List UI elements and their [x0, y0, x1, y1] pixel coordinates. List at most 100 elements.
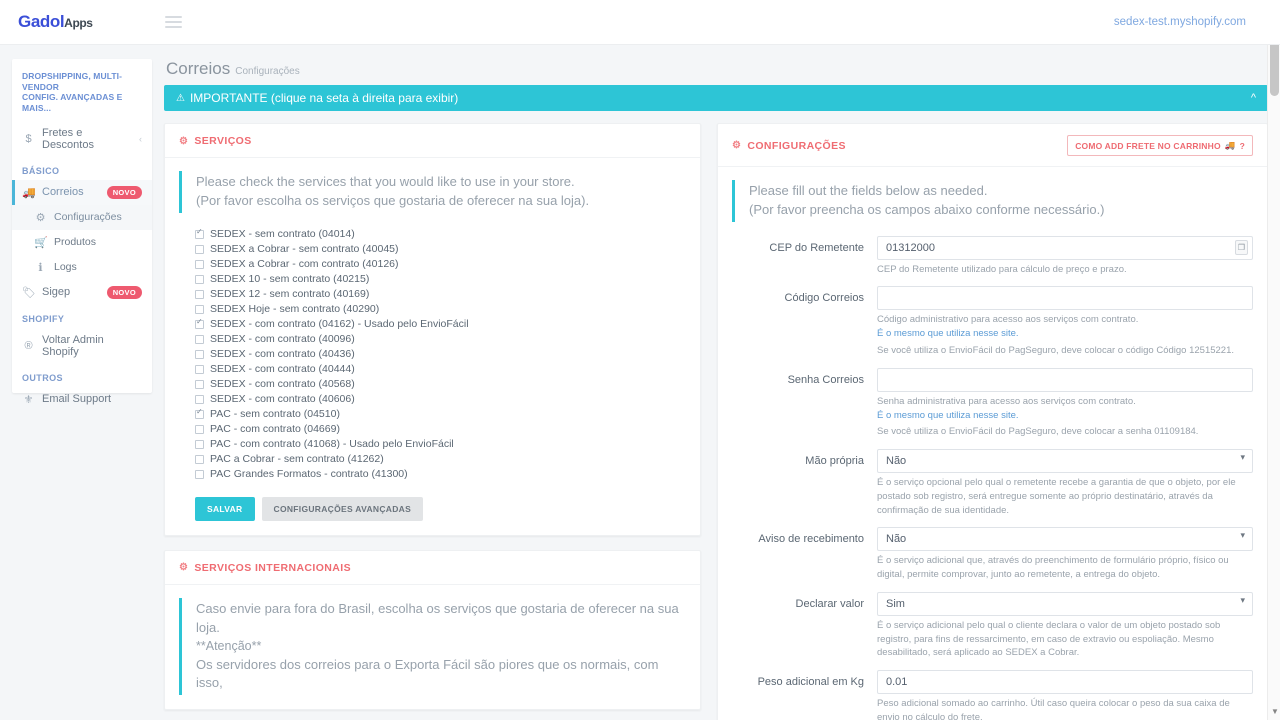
service-checkbox-row[interactable]: PAC a Cobrar - sem contrato (41262)	[195, 452, 686, 467]
important-banner[interactable]: ⚠ IMPORTANTE (clique na seta à direita p…	[164, 85, 1268, 111]
checkbox-icon[interactable]	[195, 304, 204, 314]
service-checkbox-row[interactable]: SEDEX - com contrato (40606)	[195, 392, 686, 407]
field-hint: É o serviço adicional que, através do pr…	[877, 555, 1229, 581]
input-wrapper	[877, 286, 1253, 311]
service-checkbox-row[interactable]: SEDEX - com contrato (40568)	[195, 377, 686, 392]
question-mark: ?	[1239, 140, 1245, 151]
checkbox-icon[interactable]	[195, 349, 204, 359]
checkbox-icon[interactable]	[195, 469, 204, 479]
checkbox-icon[interactable]	[195, 274, 204, 284]
field-control: ❐ CEP do Remetente utilizado para cálculo…	[877, 235, 1253, 284]
sidebar-item-configuracoes[interactable]: ⚙ Configurações	[12, 204, 152, 230]
service-label: PAC - com contrato (41068) - Usado pelo …	[210, 438, 454, 451]
scroll-down-icon[interactable]: ▼	[1271, 707, 1279, 716]
service-checkbox-row[interactable]: SEDEX 12 - sem contrato (40169)	[195, 287, 686, 302]
servicos-card-header: ⚙ SERVIÇOS	[165, 124, 700, 158]
checkbox-icon[interactable]	[195, 439, 204, 449]
service-checkbox-row[interactable]: SEDEX - com contrato (04162) - Usado pel…	[195, 317, 686, 332]
truck-icon: 🚚	[1224, 140, 1236, 150]
checkbox-icon[interactable]	[195, 228, 204, 239]
field-control: Senha administrativa para acesso aos ser…	[877, 367, 1253, 446]
service-label: SEDEX - com contrato (40568)	[210, 378, 355, 391]
service-checkbox-row[interactable]: SEDEX Hoje - sem contrato (40290)	[195, 302, 686, 317]
service-checkbox-row[interactable]: SEDEX - com contrato (40436)	[195, 347, 686, 362]
sidebar-item-label: Configurações	[54, 211, 122, 223]
checkbox-icon[interactable]	[195, 244, 204, 254]
checkbox-icon[interactable]	[195, 334, 204, 344]
sidebar-item-label: Email Support	[42, 393, 112, 405]
sidebar-item-email-support[interactable]: ⚜ Email Support	[12, 387, 152, 412]
checkbox-icon[interactable]	[195, 454, 204, 464]
checkbox-icon[interactable]	[195, 394, 204, 404]
service-checkbox-row[interactable]: SEDEX - com contrato (40096)	[195, 332, 686, 347]
field-hint: Peso adicional somado ao carrinho. Útil …	[877, 698, 1230, 720]
checkbox-icon[interactable]	[195, 318, 204, 329]
service-checkbox-row[interactable]: PAC Grandes Formatos - contrato (41300)	[195, 467, 686, 482]
field-label: Senha Correios	[787, 373, 864, 386]
page-subtitle: Configurações	[235, 66, 300, 77]
service-checkbox-row[interactable]: PAC - sem contrato (04510)	[195, 407, 686, 422]
content-columns: ⚙ SERVIÇOS Please check the services tha…	[164, 123, 1268, 720]
form-row: Mão própria NãoSim É o serviço opcional pe…	[732, 449, 1253, 524]
sidebar-item-voltar-admin-shopify[interactable]: ® Voltar Admin Shopify	[12, 328, 152, 364]
sidebar-item-logs[interactable]: ℹ Logs	[12, 255, 152, 280]
field-hint: É o mesmo que utiliza nesse site.	[877, 328, 1019, 340]
shop-domain-link[interactable]: sedex-test.myshopify.com	[1114, 16, 1266, 28]
service-label: PAC a Cobrar - sem contrato (41262)	[210, 453, 384, 466]
checkbox-icon[interactable]	[195, 408, 204, 419]
select-wrapper: SimNão	[877, 591, 1253, 616]
service-checkbox-row[interactable]: SEDEX - com contrato (40444)	[195, 362, 686, 377]
service-label: SEDEX - com contrato (40606)	[210, 393, 355, 406]
internacionais-note: Caso envie para fora do Brasil, escolha …	[179, 597, 686, 696]
input-6[interactable]	[877, 670, 1253, 695]
select-3[interactable]: NãoSim	[877, 449, 1253, 474]
field-label: Mão própria	[805, 455, 864, 468]
field-hint: Senha administrativa para acesso aos ser…	[877, 395, 1136, 407]
field-hint: Se você utiliza o EnvioFácil do PagSegur…	[877, 426, 1199, 438]
left-column: ⚙ SERVIÇOS Please check the services tha…	[164, 123, 701, 720]
service-checkbox-row[interactable]: PAC - com contrato (41068) - Usado pelo …	[195, 437, 686, 452]
hamburger-icon[interactable]	[164, 16, 182, 28]
servicos-button-row: SALVAR CONFIGURAÇÕES AVANÇADAS	[179, 496, 686, 521]
gear-icon: ⚙	[179, 135, 189, 147]
service-checkbox-row[interactable]: SEDEX a Cobrar - sem contrato (40045)	[195, 242, 686, 257]
chevron-up-icon[interactable]: ^	[1251, 92, 1256, 104]
servicos-checkbox-list: SEDEX - sem contrato (04014) SEDEX a Cobr…	[179, 227, 686, 482]
service-checkbox-row[interactable]: SEDEX a Cobrar - com contrato (40126)	[195, 257, 686, 272]
clipboard-icon[interactable]: ❐	[1235, 239, 1248, 255]
advanced-settings-button[interactable]: CONFIGURAÇÕES AVANÇADAS	[261, 496, 424, 521]
input-1[interactable]	[877, 286, 1253, 311]
como-add-frete-button[interactable]: COMO ADD FRETE NO CARRINHO 🚚 ?	[1067, 135, 1253, 156]
checkbox-icon[interactable]	[195, 424, 204, 434]
save-button[interactable]: SALVAR	[195, 496, 255, 521]
hamburger-bar	[164, 16, 182, 18]
checkbox-icon[interactable]	[195, 379, 204, 389]
checkbox-icon[interactable]	[195, 259, 204, 269]
sidebar-item-produtos[interactable]: 🛒 Produtos	[12, 230, 152, 255]
field-hint: Se você utiliza o EnvioFácil do PagSegur…	[877, 344, 1235, 356]
input-2[interactable]	[877, 367, 1253, 392]
sidebar-item-label: Produtos	[54, 236, 97, 248]
input-0[interactable]	[877, 235, 1253, 260]
field-control: NãoSim É o serviço opcional pelo qual o r…	[877, 449, 1253, 524]
select-5[interactable]: SimNão	[877, 591, 1253, 616]
configuracoes-note-line2: (Por favor preencha os campos abaixo con…	[749, 201, 1105, 217]
sidebar-item-sigep[interactable]: 🏷 Sigep NOVO	[12, 280, 152, 305]
sidebar-item-fretes[interactable]: $ Fretes e Descontos ‹	[12, 121, 152, 157]
servicos-note-line1: Please check the services that you would…	[196, 174, 575, 189]
como-add-frete-label: COMO ADD FRETE NO CARRINHO	[1075, 140, 1221, 151]
checkbox-icon[interactable]	[195, 289, 204, 299]
select-4[interactable]: NãoSim	[877, 527, 1253, 552]
service-label: SEDEX - com contrato (40444)	[210, 363, 355, 376]
form-row: CEP do Remetente ❐ CEP do Remetente utiliz…	[732, 235, 1253, 284]
service-checkbox-row[interactable]: SEDEX 10 - sem contrato (40215)	[195, 272, 686, 287]
service-checkbox-row[interactable]: SEDEX - sem contrato (04014)	[195, 227, 686, 242]
page-title: Correios Configurações	[164, 59, 1268, 85]
app-logo[interactable]: GadolApps	[18, 12, 93, 32]
checkbox-icon[interactable]	[195, 364, 204, 374]
page-scrollbar[interactable]: ▲ ▼	[1267, 0, 1280, 720]
service-checkbox-row[interactable]: PAC - com contrato (04669)	[195, 422, 686, 437]
right-column: ⚙ CONFIGURAÇÕES COMO ADD FRETE NO CARRIN…	[717, 123, 1268, 720]
tag-icon: 🏷	[22, 286, 36, 299]
sidebar-item-correios[interactable]: 🚚 Correios NOVO	[12, 179, 152, 205]
